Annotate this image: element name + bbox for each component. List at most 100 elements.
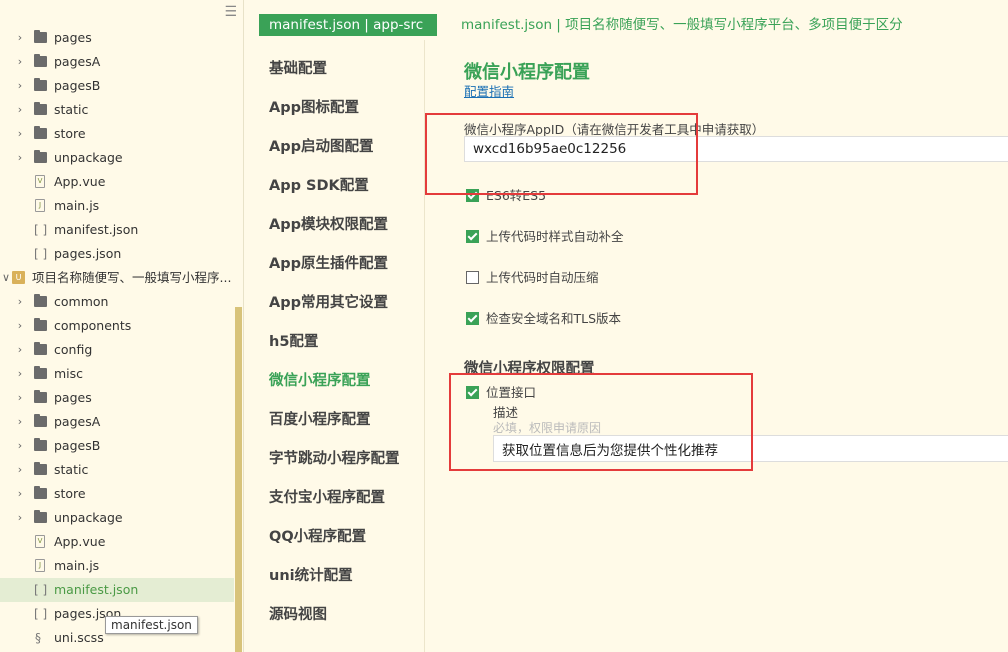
tree-item-app-vue[interactable]: V App.vue bbox=[0, 170, 234, 194]
folder-icon bbox=[34, 150, 47, 163]
tree-item-label: store bbox=[54, 486, 86, 501]
tree-item-label: store bbox=[54, 126, 86, 141]
chevron-right-icon[interactable]: › bbox=[14, 26, 26, 50]
checkbox-label: 检查安全域名和TLS版本 bbox=[486, 311, 622, 326]
folder-icon bbox=[34, 54, 47, 67]
tree-item-static[interactable]: › static bbox=[0, 98, 234, 122]
chevron-right-icon[interactable]: › bbox=[14, 458, 26, 482]
tree-item-main-js[interactable]: Jmain.js bbox=[0, 554, 234, 578]
checkbox-checked-icon[interactable] bbox=[466, 230, 479, 243]
checkbox-unchecked-icon[interactable] bbox=[466, 271, 479, 284]
folder-icon bbox=[34, 462, 47, 475]
js-file-icon: J bbox=[35, 559, 45, 572]
tree-item-label: pagesA bbox=[54, 414, 101, 429]
checkbox-es6-to-es5[interactable]: ES6转ES5 bbox=[466, 188, 546, 206]
tree-item-main-js[interactable]: Jmain.js bbox=[0, 194, 234, 218]
checkbox-postcss[interactable]: 上传代码时样式自动补全 bbox=[466, 229, 624, 247]
chevron-down-icon[interactable]: ∨ bbox=[0, 266, 12, 290]
checkbox-url-check[interactable]: 检查安全域名和TLS版本 bbox=[466, 311, 621, 329]
checkbox-checked-icon[interactable] bbox=[466, 386, 479, 399]
uni-project-icon: U bbox=[12, 271, 25, 284]
tree-item-unpackage[interactable]: › unpackage bbox=[0, 506, 234, 530]
chevron-right-icon[interactable]: › bbox=[14, 386, 26, 410]
sidebar-scrollbar[interactable] bbox=[235, 307, 242, 652]
chevron-right-icon[interactable]: › bbox=[14, 290, 26, 314]
nav-item-7[interactable]: h5配置 bbox=[269, 330, 318, 351]
tree-item-static[interactable]: › static bbox=[0, 458, 234, 482]
tree-item-label: pages bbox=[54, 30, 92, 45]
nav-item-13[interactable]: uni统计配置 bbox=[269, 564, 353, 585]
chevron-right-icon[interactable]: › bbox=[14, 74, 26, 98]
checkbox-minify[interactable]: 上传代码时自动压缩 bbox=[466, 270, 599, 288]
folder-icon bbox=[34, 438, 47, 451]
folder-icon bbox=[34, 342, 47, 355]
tree-item-pagesa[interactable]: › pagesA bbox=[0, 410, 234, 434]
chevron-right-icon[interactable]: › bbox=[14, 98, 26, 122]
chevron-right-icon[interactable]: › bbox=[14, 434, 26, 458]
tree-item-pagesb[interactable]: › pagesB bbox=[0, 434, 234, 458]
chevron-right-icon[interactable]: › bbox=[14, 50, 26, 74]
tree-item-store[interactable]: › store bbox=[0, 482, 234, 506]
checkbox-location-permission[interactable]: 位置接口 bbox=[466, 385, 536, 403]
checkbox-checked-icon[interactable] bbox=[466, 189, 479, 202]
tree-item-pages[interactable]: › pages bbox=[0, 386, 234, 410]
tree-item-manifest-json[interactable]: [ ] manifest.json bbox=[0, 218, 234, 242]
nav-item-10[interactable]: 字节跳动小程序配置 bbox=[269, 447, 400, 468]
tree-item-common[interactable]: › common bbox=[0, 290, 234, 314]
checkbox-label: 上传代码时自动压缩 bbox=[486, 270, 599, 285]
nav-item-9[interactable]: 百度小程序配置 bbox=[269, 408, 371, 429]
tree-item-pages-json[interactable]: [ ] pages.json bbox=[0, 242, 234, 266]
editor-tab-manifest[interactable]: manifest.json | app-src bbox=[259, 14, 437, 36]
tree-item-pagesa[interactable]: › pagesA bbox=[0, 50, 234, 74]
nav-item-3[interactable]: App SDK配置 bbox=[269, 174, 369, 195]
nav-item-5[interactable]: App原生插件配置 bbox=[269, 252, 388, 273]
nav-item-2[interactable]: App启动图配置 bbox=[269, 135, 373, 156]
checkbox-checked-icon[interactable] bbox=[466, 312, 479, 325]
tree-item-pagesb[interactable]: › pagesB bbox=[0, 74, 234, 98]
tree-item-components[interactable]: › components bbox=[0, 314, 234, 338]
manifest-description: manifest.json | 项目名称随便写、一般填写小程序平台、多项目便于区… bbox=[461, 17, 903, 33]
tree-item-label: main.js bbox=[54, 558, 100, 573]
nav-item-0[interactable]: 基础配置 bbox=[269, 57, 327, 78]
checkbox-label: 上传代码时样式自动补全 bbox=[486, 229, 624, 244]
folder-icon bbox=[34, 390, 47, 403]
nav-item-6[interactable]: App常用其它设置 bbox=[269, 291, 388, 312]
chevron-right-icon[interactable]: › bbox=[14, 146, 26, 170]
json-file-icon: [ ] bbox=[34, 247, 48, 261]
nav-item-1[interactable]: App图标配置 bbox=[269, 96, 359, 117]
chevron-right-icon[interactable]: › bbox=[14, 410, 26, 434]
chevron-right-icon[interactable]: › bbox=[14, 122, 26, 146]
tree-item-pages[interactable]: › pages bbox=[0, 26, 234, 50]
chevron-right-icon[interactable]: › bbox=[14, 314, 26, 338]
tree-item-label: static bbox=[54, 462, 89, 477]
nav-item-8[interactable]: 微信小程序配置 bbox=[269, 369, 371, 390]
tree-item-label: unpackage bbox=[54, 150, 123, 165]
config-guide-link[interactable]: 配置指南 bbox=[464, 81, 514, 100]
tree-item-store[interactable]: › store bbox=[0, 122, 234, 146]
checkbox-label: ES6转ES5 bbox=[486, 188, 547, 203]
nav-item-4[interactable]: App模块权限配置 bbox=[269, 213, 388, 234]
chevron-right-icon[interactable]: › bbox=[14, 338, 26, 362]
nav-item-12[interactable]: QQ小程序配置 bbox=[269, 525, 366, 546]
tree-item-unpackage[interactable]: › unpackage bbox=[0, 146, 234, 170]
chevron-right-icon[interactable]: › bbox=[14, 482, 26, 506]
tree-item-app-vue[interactable]: V App.vue bbox=[0, 530, 234, 554]
appid-input[interactable] bbox=[464, 136, 1008, 162]
tree-item-label: 项目名称随便写、一般填写小程序... bbox=[32, 270, 232, 285]
tree-item-label: misc bbox=[54, 366, 84, 381]
json-file-icon: [ ] bbox=[34, 223, 48, 237]
folder-icon bbox=[34, 294, 47, 307]
tree-item--[interactable]: ∨ U 项目名称随便写、一般填写小程序... bbox=[0, 266, 234, 290]
menu-icon[interactable]: ☰ bbox=[224, 4, 237, 20]
nav-item-14[interactable]: 源码视图 bbox=[269, 603, 327, 624]
folder-icon bbox=[34, 126, 47, 139]
tree-item-config[interactable]: › config bbox=[0, 338, 234, 362]
json-file-icon: [ ] bbox=[34, 607, 48, 621]
tree-item-misc[interactable]: › misc bbox=[0, 362, 234, 386]
nav-item-11[interactable]: 支付宝小程序配置 bbox=[269, 486, 385, 507]
permission-desc-input[interactable] bbox=[493, 435, 1008, 462]
chevron-right-icon[interactable]: › bbox=[14, 362, 26, 386]
folder-icon bbox=[34, 486, 47, 499]
chevron-right-icon[interactable]: › bbox=[14, 506, 26, 530]
tree-item-manifest-json[interactable]: [ ] manifest.json bbox=[0, 578, 234, 602]
